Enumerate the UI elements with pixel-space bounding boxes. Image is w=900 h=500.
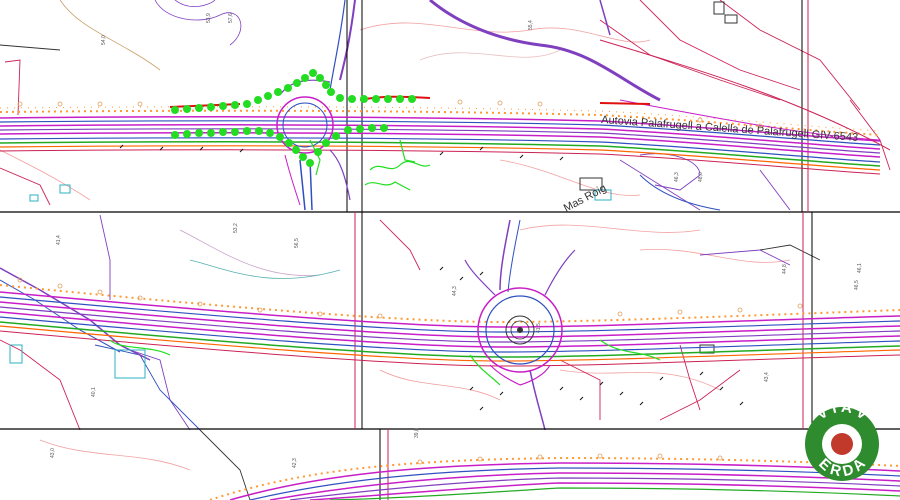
elevation-label: 41,5 bbox=[536, 323, 542, 333]
elevation-label: 56,5 bbox=[294, 238, 300, 248]
elevation-label: 44,3 bbox=[452, 286, 458, 296]
map-background bbox=[0, 0, 900, 500]
elevation-label: 46,1 bbox=[857, 263, 863, 273]
elevation-label: 46,5 bbox=[854, 280, 860, 290]
elevation-label: 43,0 bbox=[50, 448, 56, 458]
elevation-label: 48,0 bbox=[698, 172, 704, 182]
map-canvas[interactable]: 54,0 53,9 57,6 55,4 46,3 48,0 53,2 56,5 41,4 44,3… bbox=[0, 0, 900, 500]
elevation-label: 43,4 bbox=[764, 372, 770, 382]
elevation-label: 40,1 bbox=[91, 387, 97, 397]
elevation-label: 57,6 bbox=[228, 13, 234, 23]
elevation-label: 41,4 bbox=[56, 235, 62, 245]
elevation-label: 39,8 bbox=[414, 428, 420, 438]
elevation-label: 54,0 bbox=[101, 35, 107, 45]
elevation-label: 44,8 bbox=[782, 264, 788, 274]
logo-red-dot bbox=[831, 433, 853, 455]
elevation-label: 42,3 bbox=[292, 458, 298, 468]
elevation-label: 53,9 bbox=[206, 13, 212, 23]
elevation-label: 46,3 bbox=[674, 172, 680, 182]
elevation-label: 55,4 bbox=[528, 20, 534, 30]
via-verda-logo: V I A V E R D A bbox=[805, 399, 879, 481]
elevation-label: 53,2 bbox=[233, 223, 239, 233]
